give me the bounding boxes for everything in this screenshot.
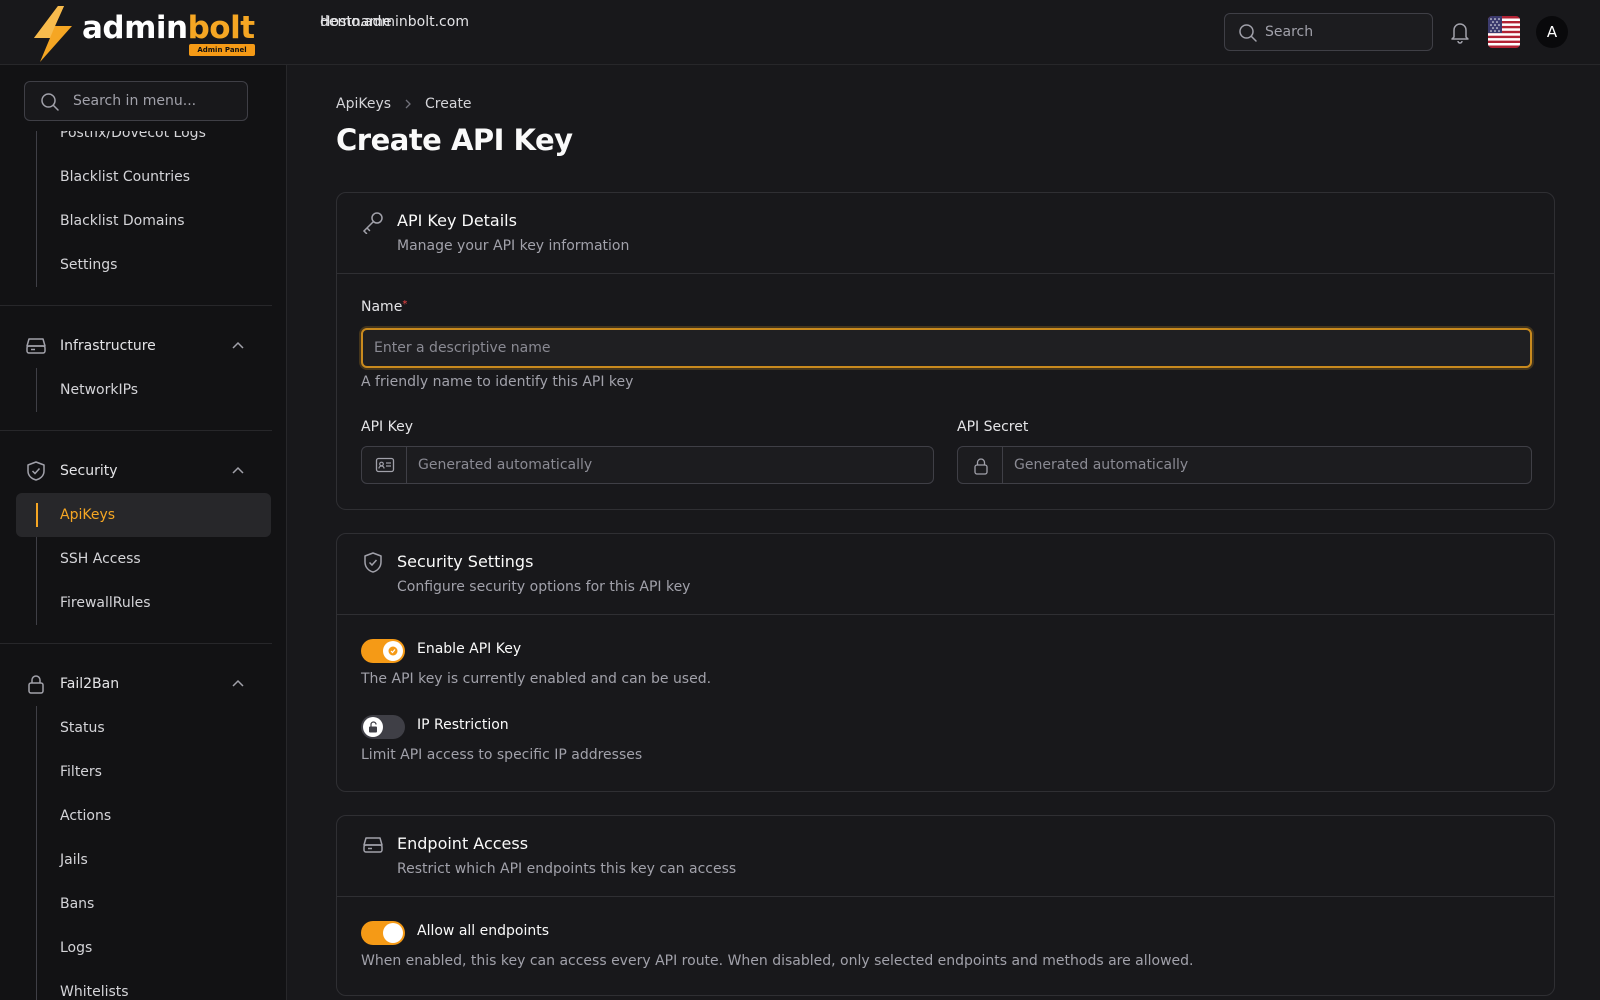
api-key-label: API Key bbox=[361, 419, 413, 435]
id-card-icon bbox=[375, 457, 395, 473]
endpoint-access-card: Endpoint Access Restrict which API endpo… bbox=[336, 815, 1555, 996]
card-subtitle: Configure security options for this API … bbox=[397, 579, 691, 595]
api-key-input[interactable] bbox=[418, 447, 818, 483]
unlock-icon bbox=[369, 721, 377, 733]
adminbolt-logo[interactable]: adminbolt Admin Panel bbox=[30, 6, 260, 62]
sidebar-item-blacklist-countries[interactable]: Blacklist Countries bbox=[0, 155, 286, 199]
server-icon bbox=[363, 837, 383, 853]
card-subtitle: Restrict which API endpoints this key ca… bbox=[397, 861, 737, 877]
card-header: API Key Details Manage your API key info… bbox=[337, 193, 1554, 274]
card-header: Security Settings Configure security opt… bbox=[337, 534, 1554, 615]
global-search-input[interactable] bbox=[1265, 14, 1425, 50]
sidebar-item-bans[interactable]: Bans bbox=[0, 882, 286, 926]
key-icon bbox=[362, 212, 383, 234]
toggle-knob bbox=[383, 923, 403, 943]
enable-api-key-hint: The API key is currently enabled and can… bbox=[361, 671, 712, 687]
main-content: ApiKeys Create Create API Key API Key De… bbox=[288, 65, 1600, 1000]
sidebar-search-input[interactable] bbox=[73, 82, 243, 120]
sidebar-item-logs[interactable]: Logs bbox=[0, 926, 286, 970]
shield-check-icon bbox=[364, 552, 382, 573]
sidebar-item-networkips[interactable]: NetworkIPs bbox=[0, 368, 286, 412]
sidebar-item-settings[interactable]: Settings bbox=[0, 243, 286, 287]
card-title: API Key Details bbox=[397, 211, 517, 230]
card-title: Security Settings bbox=[397, 552, 534, 571]
avatar[interactable]: A bbox=[1536, 16, 1568, 48]
security-settings-card: Security Settings Configure security opt… bbox=[336, 533, 1555, 792]
enable-api-key-toggle[interactable] bbox=[361, 639, 405, 663]
sidebar-item-firewallrules[interactable]: FirewallRules bbox=[0, 581, 286, 625]
server-icon bbox=[26, 338, 46, 354]
sidebar-item-ssh-access[interactable]: SSH Access bbox=[0, 537, 286, 581]
shield-icon bbox=[27, 461, 45, 481]
chevron-up-icon bbox=[232, 679, 244, 687]
toggle-knob bbox=[363, 717, 383, 737]
sidebar-divider bbox=[0, 305, 272, 306]
search-icon bbox=[1239, 24, 1257, 42]
name-label: Name* bbox=[361, 299, 408, 315]
sidebar-item-jails[interactable]: Jails bbox=[0, 838, 286, 882]
sidebar-menu: Postfix/Dovecot Logs Blacklist Countries… bbox=[0, 131, 286, 1000]
api-secret-input[interactable] bbox=[1014, 447, 1414, 483]
page-title: Create API Key bbox=[336, 123, 573, 157]
global-search[interactable] bbox=[1224, 13, 1433, 51]
allow-all-endpoints-label: Allow all endpoints bbox=[417, 923, 550, 939]
api-key-details-card: API Key Details Manage your API key info… bbox=[336, 192, 1555, 510]
lock-icon bbox=[28, 675, 44, 694]
hostname-label: Hostname bbox=[320, 14, 392, 30]
allow-all-endpoints-hint: When enabled, this key can access every … bbox=[361, 953, 1194, 969]
top-bar: adminbolt Admin Panel Hostname demo.admi… bbox=[0, 0, 1600, 65]
hostname-info: Hostname demo.adminbolt.com bbox=[320, 12, 469, 32]
sidebar-item-blacklist-domains[interactable]: Blacklist Domains bbox=[0, 199, 286, 243]
search-icon bbox=[41, 93, 59, 111]
card-title: Endpoint Access bbox=[397, 834, 529, 853]
chevron-up-icon bbox=[232, 466, 244, 474]
sidebar-divider bbox=[0, 643, 272, 644]
sidebar-item-whitelists[interactable]: Whitelists bbox=[0, 970, 286, 1000]
sidebar-group-fail2ban[interactable]: Fail2Ban bbox=[0, 662, 286, 706]
sidebar-item-filters[interactable]: Filters bbox=[0, 750, 286, 794]
breadcrumb: ApiKeys Create bbox=[336, 96, 472, 112]
toggle-knob bbox=[383, 641, 403, 661]
sidebar-item-postfix-logs[interactable]: Postfix/Dovecot Logs bbox=[0, 131, 286, 155]
enable-api-key-label: Enable API Key bbox=[417, 641, 522, 657]
sidebar-group-security[interactable]: Security bbox=[0, 449, 286, 493]
chevron-up-icon bbox=[232, 341, 244, 349]
bell-icon[interactable] bbox=[1449, 20, 1471, 44]
card-header: Endpoint Access Restrict which API endpo… bbox=[337, 816, 1554, 897]
ip-restriction-toggle[interactable] bbox=[361, 715, 405, 739]
sidebar-divider bbox=[0, 430, 272, 431]
breadcrumb-current: Create bbox=[425, 96, 472, 112]
sidebar-group-infrastructure[interactable]: Infrastructure bbox=[0, 324, 286, 368]
allow-all-endpoints-toggle[interactable] bbox=[361, 921, 405, 945]
name-hint: A friendly name to identify this API key bbox=[361, 374, 634, 390]
name-input[interactable] bbox=[361, 328, 1532, 368]
api-key-field[interactable] bbox=[361, 446, 934, 484]
card-subtitle: Manage your API key information bbox=[397, 238, 630, 254]
sidebar: Postfix/Dovecot Logs Blacklist Countries… bbox=[0, 65, 287, 1000]
addon bbox=[362, 447, 407, 483]
language-flag-icon[interactable] bbox=[1488, 16, 1520, 48]
lock-icon bbox=[974, 458, 988, 475]
logo-wordmark: adminbolt bbox=[82, 10, 255, 46]
chevron-right-icon bbox=[405, 99, 411, 109]
api-secret-field[interactable] bbox=[957, 446, 1532, 484]
sidebar-search[interactable] bbox=[24, 81, 248, 121]
sidebar-item-apikeys[interactable]: ApiKeys bbox=[16, 493, 271, 537]
check-circle-icon bbox=[388, 646, 398, 656]
bolt-icon bbox=[34, 6, 72, 62]
sidebar-item-status[interactable]: Status bbox=[0, 706, 286, 750]
sidebar-item-actions[interactable]: Actions bbox=[0, 794, 286, 838]
ip-restriction-hint: Limit API access to specific IP addresse… bbox=[361, 747, 643, 763]
logo-badge: Admin Panel bbox=[189, 44, 255, 56]
api-secret-label: API Secret bbox=[957, 419, 1029, 435]
addon bbox=[958, 447, 1003, 483]
ip-restriction-label: IP Restriction bbox=[417, 717, 509, 733]
breadcrumb-parent[interactable]: ApiKeys bbox=[336, 96, 391, 112]
